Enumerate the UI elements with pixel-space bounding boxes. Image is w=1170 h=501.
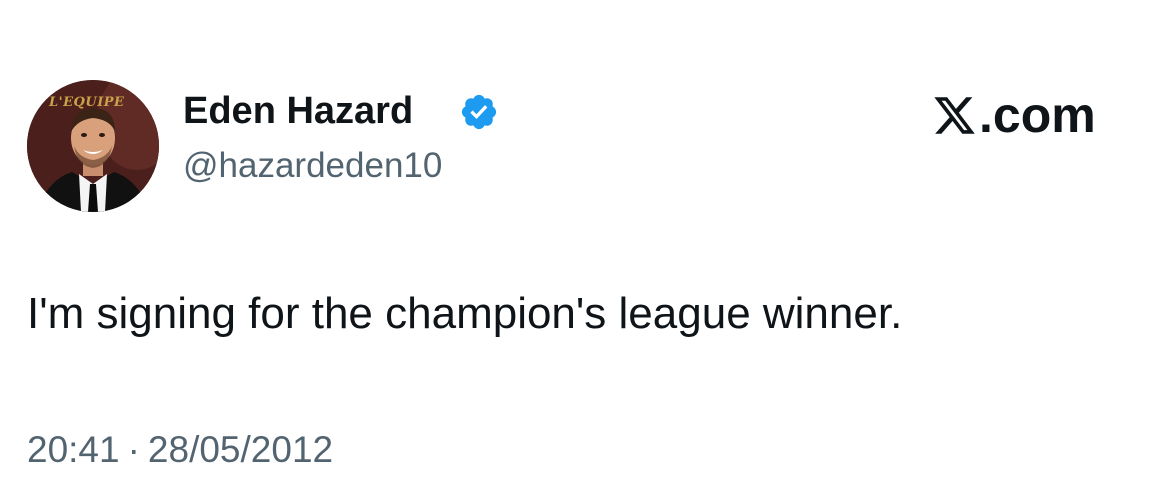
site-mark: .com xyxy=(932,86,1096,144)
user-handle[interactable]: @hazardeden10 xyxy=(183,144,442,188)
avatar-logo-text: L'EQUIPE xyxy=(49,95,125,110)
verified-badge-icon xyxy=(461,94,497,130)
tweet-card: L'EQUIPE Eden Hazard @hazardeden10 .com … xyxy=(0,0,1170,501)
tweet-text: I'm signing for the champion's league wi… xyxy=(27,289,903,338)
tweet-date[interactable]: 28/05/2012 xyxy=(148,429,333,470)
avatar[interactable]: L'EQUIPE xyxy=(27,80,159,212)
display-name[interactable]: Eden Hazard xyxy=(183,88,413,134)
tweet-meta: 20:41 · 28/05/2012 xyxy=(27,426,333,474)
meta-separator: · xyxy=(127,429,140,470)
tweet-time[interactable]: 20:41 xyxy=(27,429,120,470)
x-logo-icon xyxy=(934,96,975,134)
site-mark-label: .com xyxy=(979,87,1096,143)
